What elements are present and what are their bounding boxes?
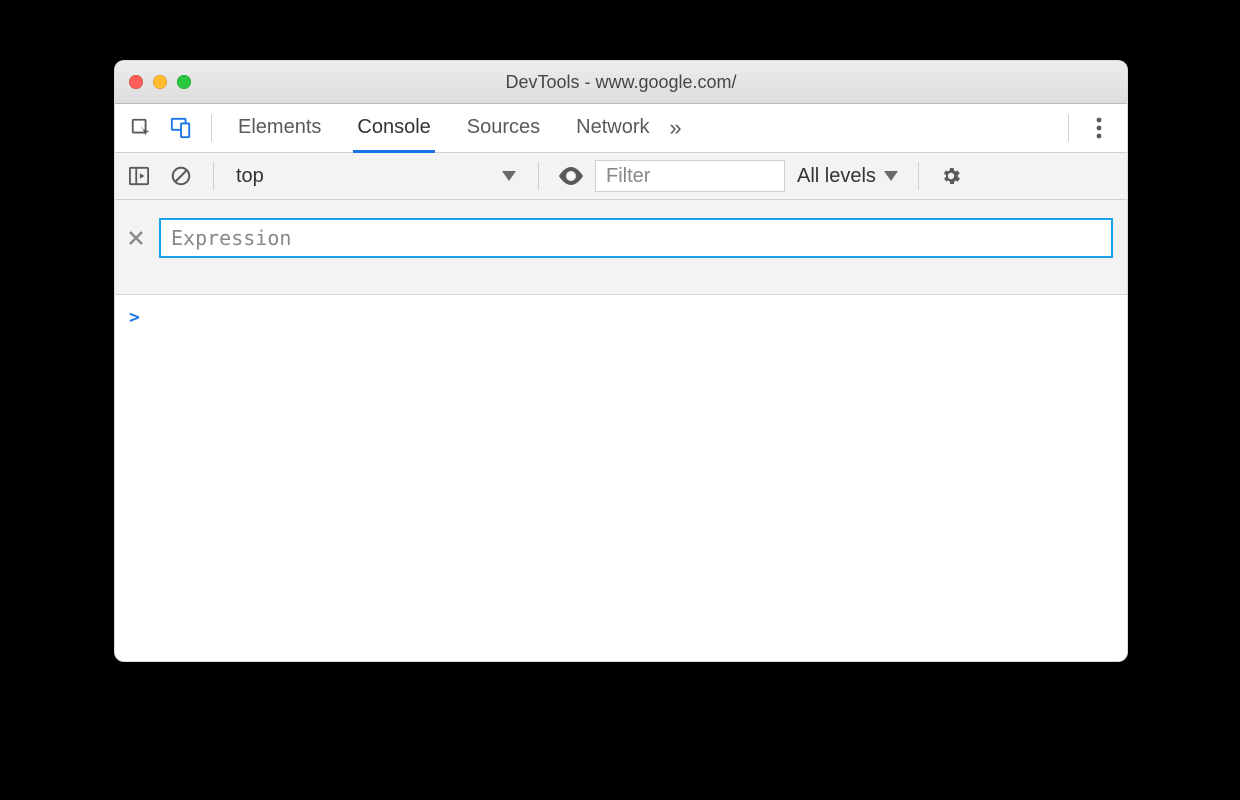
titlebar: DevTools - www.google.com/ <box>115 61 1127 104</box>
tab-label: Network <box>576 116 649 139</box>
zoom-window-button[interactable] <box>177 75 191 89</box>
separator <box>918 162 919 190</box>
separator <box>538 162 539 190</box>
console-prompt-caret: > <box>129 307 140 328</box>
tab-label: Console <box>357 116 430 139</box>
filter-input[interactable] <box>595 160 785 192</box>
separator <box>213 162 214 190</box>
live-expression-bar <box>115 200 1127 295</box>
traffic-lights <box>129 75 191 89</box>
tab-label: Elements <box>238 116 321 139</box>
chevron-right-double-icon: » <box>669 115 681 141</box>
chevron-down-icon <box>884 171 898 181</box>
clear-console-icon[interactable] <box>163 158 199 194</box>
log-level-selector[interactable]: All levels <box>791 165 904 188</box>
panel-tabs: Elements Console Sources Network <box>234 104 654 152</box>
device-toolbar-icon[interactable] <box>163 110 199 146</box>
context-selector-value: top <box>236 165 264 188</box>
context-selector[interactable]: top <box>228 160 524 192</box>
log-level-label: All levels <box>797 165 876 188</box>
live-expression-eye-icon[interactable] <box>553 158 589 194</box>
kebab-menu-button[interactable] <box>1081 110 1117 146</box>
live-expression-input[interactable] <box>159 218 1113 258</box>
remove-expression-button[interactable] <box>129 231 147 245</box>
separator <box>211 114 212 142</box>
chevron-down-icon <box>502 171 516 181</box>
show-console-sidebar-icon[interactable] <box>121 158 157 194</box>
window-title: DevTools - www.google.com/ <box>115 72 1127 93</box>
devtools-window: DevTools - www.google.com/ Elements Cons… <box>114 60 1128 662</box>
console-toolbar: top All levels <box>115 153 1127 200</box>
tab-label: Sources <box>467 116 540 139</box>
minimize-window-button[interactable] <box>153 75 167 89</box>
console-settings-icon[interactable] <box>933 158 969 194</box>
panel-tabrow: Elements Console Sources Network » <box>115 104 1127 153</box>
tab-sources[interactable]: Sources <box>463 104 544 153</box>
inspect-element-icon[interactable] <box>123 110 159 146</box>
tab-console[interactable]: Console <box>353 104 434 153</box>
more-tabs-button[interactable]: » <box>658 110 694 146</box>
tab-network[interactable]: Network <box>572 104 653 153</box>
tab-elements[interactable]: Elements <box>234 104 325 153</box>
close-window-button[interactable] <box>129 75 143 89</box>
separator <box>1068 114 1069 142</box>
console-body[interactable]: > <box>115 295 1127 661</box>
